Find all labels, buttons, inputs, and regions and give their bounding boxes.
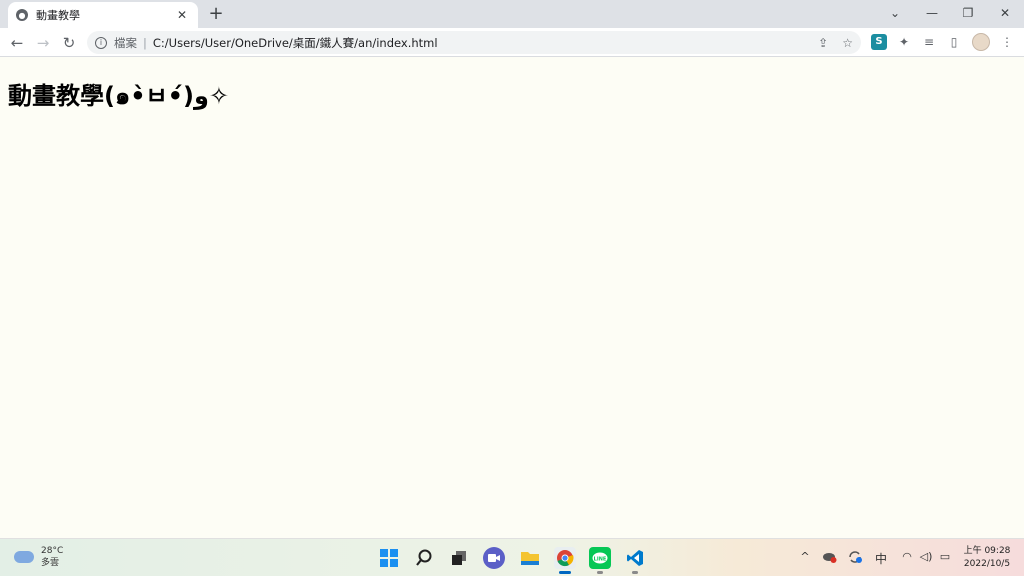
sync-status-icon[interactable] xyxy=(847,550,863,567)
task-view-icon[interactable] xyxy=(448,547,470,569)
cloud-icon xyxy=(14,551,34,563)
search-icon[interactable] xyxy=(413,547,435,569)
clock-time: 上午 09:28 xyxy=(963,546,1011,556)
globe-icon: ● xyxy=(16,9,28,21)
tab-title: 動畫教學 xyxy=(36,9,80,22)
weather-condition: 多雲 xyxy=(41,558,60,568)
chrome-icon[interactable] xyxy=(554,547,576,569)
close-window-button[interactable]: ✕ xyxy=(990,2,1020,24)
reload-button[interactable]: ↻ xyxy=(58,32,80,54)
chrome-running-indicator xyxy=(559,571,571,574)
minimize-button[interactable]: — xyxy=(917,2,947,24)
tab-active[interactable]: ● 動畫教學 ✕ xyxy=(8,2,198,28)
line-app-icon[interactable]: LINE xyxy=(589,547,611,569)
onedrive-error-icon[interactable] xyxy=(822,550,838,567)
tab-close-button[interactable]: ✕ xyxy=(174,8,190,22)
weather-temperature: 28°C xyxy=(41,546,64,556)
info-icon[interactable]: i xyxy=(95,36,107,49)
weather-widget[interactable]: 28°C 多雲 xyxy=(14,545,63,569)
profile-avatar[interactable] xyxy=(972,33,990,51)
clock-date: 2022/10/5 xyxy=(963,559,1011,569)
url-text[interactable]: C:/Users/User/OneDrive/桌面/鐵人賽/an/index.h… xyxy=(153,35,804,51)
address-separator: | xyxy=(143,35,147,50)
new-tab-button[interactable]: + xyxy=(206,4,226,24)
page-heading: 動畫教學(๑•̀ㅂ•́)و✧ xyxy=(8,82,229,110)
tab-search-chevron-icon[interactable]: ⌄ xyxy=(880,2,910,24)
tab-strip: ● 動畫教學 ✕ + ⌄ — ❐ ✕ xyxy=(0,0,1024,28)
browser-menu-icon[interactable]: ⋮ xyxy=(999,34,1015,50)
line-running-indicator xyxy=(597,571,603,574)
share-icon[interactable]: ⇪ xyxy=(818,36,828,50)
ime-indicator[interactable]: 中 xyxy=(873,550,889,567)
vscode-running-indicator xyxy=(632,571,638,574)
volume-icon[interactable]: ◁) xyxy=(918,550,934,563)
vscode-icon[interactable] xyxy=(624,547,646,569)
wifi-icon[interactable]: ◠ xyxy=(899,550,915,563)
reading-list-icon[interactable]: ≡ xyxy=(921,34,937,50)
battery-icon[interactable]: ▭ xyxy=(937,550,953,563)
windows-taskbar: 28°C 多雲 LINE ^ 中 ◠ ◁) ▭ 上午 09:28 2022/10… xyxy=(0,538,1024,576)
system-clock[interactable]: 上午 09:28 2022/10/5 xyxy=(962,545,1012,571)
forward-button[interactable]: → xyxy=(32,32,54,54)
extensions-puzzle-icon[interactable]: ✦ xyxy=(896,34,912,50)
bookmark-star-icon[interactable]: ☆ xyxy=(842,36,853,50)
start-windows-icon[interactable] xyxy=(378,547,400,569)
browser-toolbar: ← → ↻ i 檔案 | C:/Users/User/OneDrive/桌面/鐵… xyxy=(0,28,1024,57)
restore-button[interactable]: ❐ xyxy=(953,2,983,24)
chat-icon[interactable] xyxy=(483,547,505,569)
file-explorer-icon[interactable] xyxy=(519,547,541,569)
svg-text:LINE: LINE xyxy=(594,556,607,562)
side-panel-icon[interactable]: ▯ xyxy=(946,34,962,50)
address-bar[interactable]: i 檔案 | C:/Users/User/OneDrive/桌面/鐵人賽/an/… xyxy=(87,31,861,54)
site-label: 檔案 xyxy=(114,35,137,50)
extension-s-icon[interactable]: S xyxy=(871,34,887,50)
back-button[interactable]: ← xyxy=(6,32,28,54)
tray-overflow-chevron-icon[interactable]: ^ xyxy=(797,550,813,563)
